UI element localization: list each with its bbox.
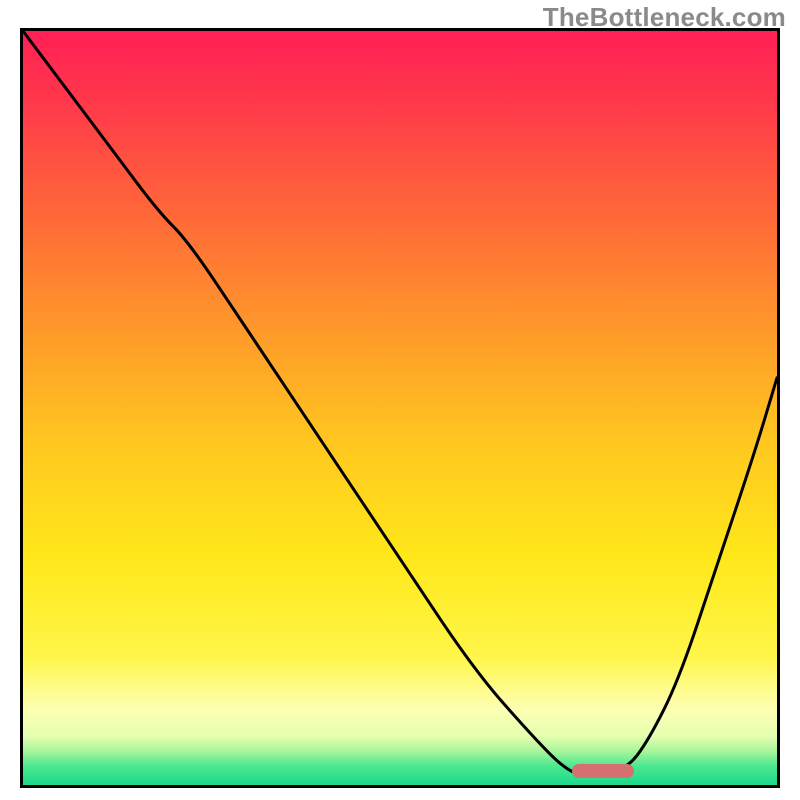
chart-root: TheBottleneck.com (0, 0, 800, 800)
curve-line (23, 31, 777, 785)
min-indicator (572, 764, 635, 778)
plot-frame (20, 28, 780, 788)
plot-area (23, 31, 777, 785)
